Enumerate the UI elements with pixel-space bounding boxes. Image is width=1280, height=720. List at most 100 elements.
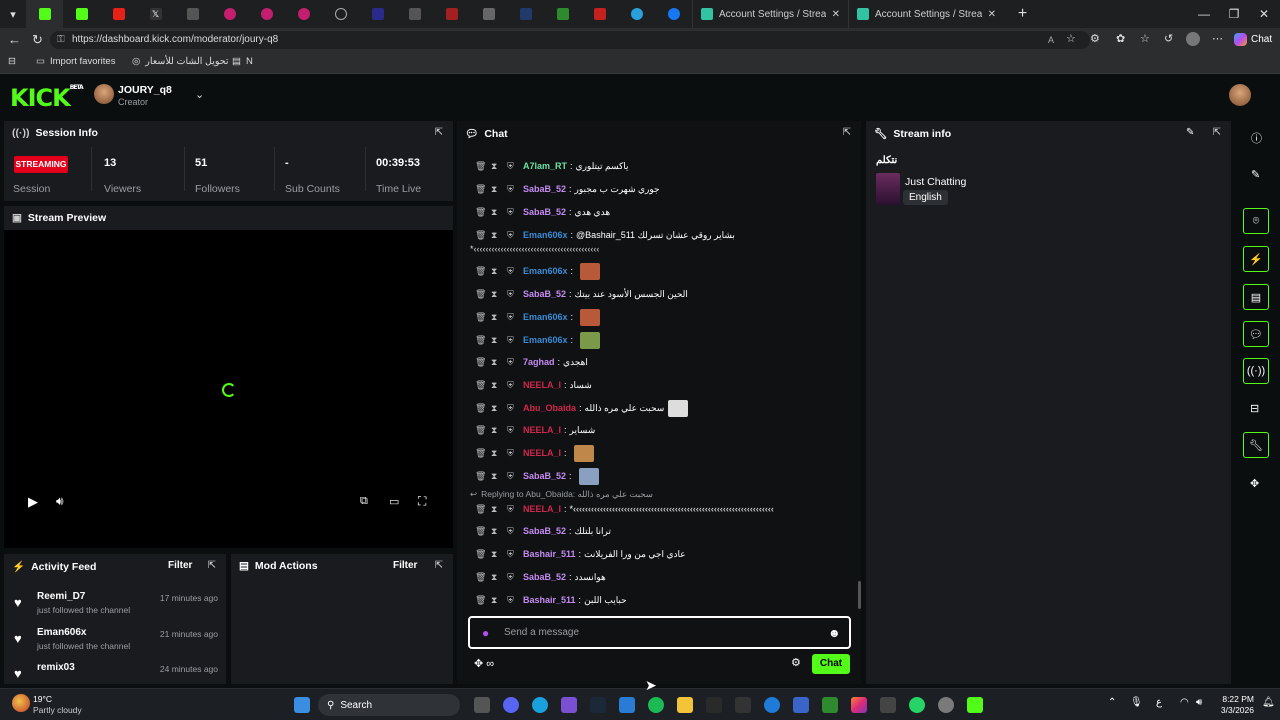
ban-icon[interactable]: ⛨ xyxy=(507,161,523,172)
category-thumbnail[interactable] xyxy=(876,173,900,205)
chevron-down-icon[interactable]: ⌄ xyxy=(195,88,204,101)
favorite-item[interactable]: ◎ تحويل الشات للأسعار xyxy=(132,56,229,67)
chat-scrollbar[interactable] xyxy=(858,581,861,609)
send-chat-button[interactable]: Chat xyxy=(812,654,850,674)
delete-message-icon[interactable]: 🗑︎ xyxy=(475,448,491,459)
minimize-button[interactable]: — xyxy=(1188,0,1220,28)
ban-icon[interactable]: ⛨ xyxy=(507,448,523,459)
mic-icon[interactable]: ● xyxy=(482,626,489,640)
chat-username[interactable]: SabaB_52 xyxy=(523,526,566,536)
timeout-icon[interactable]: ⧗ xyxy=(491,357,507,368)
delete-message-icon[interactable]: 🗑︎ xyxy=(475,425,491,436)
back-icon[interactable]: ← xyxy=(8,32,21,47)
ban-icon[interactable]: ⛨ xyxy=(507,335,523,346)
chat-input-box[interactable]: ● Send a message ☻ xyxy=(468,616,851,649)
weather-desc[interactable]: Partly cloudy xyxy=(33,705,82,715)
tab-streamlabs-2[interactable]: Account Settings / Streamlabs ✕ xyxy=(848,0,1004,28)
tab-globe[interactable] xyxy=(322,0,359,28)
vscode-icon[interactable] xyxy=(619,697,635,713)
instagram-icon[interactable] xyxy=(851,697,867,713)
chat-username[interactable]: A7lam_RT xyxy=(523,161,567,171)
ban-icon[interactable]: ⛨ xyxy=(507,289,523,300)
activity-username[interactable]: Eman606x xyxy=(37,627,86,638)
chat-settings-icon[interactable]: ⚙ xyxy=(791,656,801,669)
quick-action-tools[interactable]: 🔧︎ xyxy=(1243,432,1269,458)
notifications-icon[interactable]: 🔔︎ xyxy=(1262,697,1275,708)
delete-message-icon[interactable]: 🗑︎ xyxy=(475,526,491,537)
chat-username[interactable]: Bashair_511 xyxy=(523,549,576,559)
play-icon[interactable]: ▶ xyxy=(28,494,38,510)
whatsapp-icon[interactable] xyxy=(909,697,925,713)
delete-message-icon[interactable]: 🗑︎ xyxy=(475,184,491,195)
new-tab-button[interactable]: + xyxy=(1004,0,1041,28)
video-player[interactable]: ▶ 🔊︎ ⧉ ▭ ⛶ xyxy=(4,230,453,548)
edge-icon[interactable] xyxy=(532,697,548,713)
tab-menu-button[interactable]: ▾ xyxy=(0,0,26,28)
delete-message-icon[interactable]: 🗑︎ xyxy=(475,207,491,218)
ban-icon[interactable]: ⛨ xyxy=(507,504,523,515)
weather-temp[interactable]: 19°C xyxy=(33,694,52,704)
ban-icon[interactable]: ⛨ xyxy=(507,526,523,537)
ban-icon[interactable]: ⛨ xyxy=(507,403,523,414)
tab-telegram[interactable] xyxy=(618,0,655,28)
activity-username[interactable]: remix03 xyxy=(37,662,75,673)
app-icon[interactable] xyxy=(706,697,722,713)
timeout-icon[interactable]: ⧗ xyxy=(491,403,507,414)
tab-site[interactable] xyxy=(433,0,470,28)
restore-button[interactable]: ❐ xyxy=(1218,0,1250,28)
timeout-icon[interactable]: ⧗ xyxy=(491,448,507,459)
timeout-icon[interactable]: ⧗ xyxy=(491,425,507,436)
speaker-icon[interactable]: 🔊︎ xyxy=(1196,697,1202,708)
url-field[interactable]: ⚿ https://dashboard.kick.com/moderator/j… xyxy=(50,31,1090,49)
favorites-icon[interactable]: ☆ xyxy=(1140,32,1150,45)
app-icon[interactable] xyxy=(735,697,751,713)
ban-icon[interactable]: ⛨ xyxy=(507,380,523,391)
extensions-icon[interactable]: ⚙ xyxy=(1090,32,1100,45)
tab-site[interactable] xyxy=(470,0,507,28)
delete-message-icon[interactable]: 🗑︎ xyxy=(475,335,491,346)
layout-icon[interactable]: ⊟ xyxy=(1250,402,1259,415)
tab-site[interactable] xyxy=(211,0,248,28)
popout-icon[interactable]: ⇱ xyxy=(435,127,443,138)
copilot-chat-button[interactable]: Chat xyxy=(1234,33,1272,46)
language-indicator[interactable]: ع xyxy=(1156,697,1162,708)
chat-username[interactable]: SabaB_52 xyxy=(523,207,566,217)
close-icon[interactable]: ✕ xyxy=(832,9,840,20)
windows-start-icon[interactable] xyxy=(294,697,310,713)
ban-icon[interactable]: ⛨ xyxy=(507,425,523,436)
chat-username[interactable]: Abu_Obaida xyxy=(523,403,576,413)
chat-username[interactable]: NEELA_I xyxy=(523,448,561,458)
chat-username[interactable]: 7aghad xyxy=(523,357,555,367)
kick-logo[interactable]: KICKBETA xyxy=(10,84,84,112)
chat-username[interactable]: SabaB_52 xyxy=(523,289,566,299)
kick-app-icon[interactable] xyxy=(967,697,983,713)
ban-icon[interactable]: ⛨ xyxy=(507,266,523,277)
popout-icon[interactable]: ⇱ xyxy=(843,127,851,138)
ban-icon[interactable]: ⛨ xyxy=(507,595,523,606)
volume-icon[interactable]: 🔊︎ xyxy=(56,494,64,509)
discord-icon[interactable] xyxy=(503,697,519,713)
star-icon[interactable]: ☆ xyxy=(1066,32,1076,45)
miniplayer-icon[interactable]: ⧉ xyxy=(360,495,368,508)
ban-icon[interactable]: ⛨ xyxy=(507,357,523,368)
close-window-button[interactable]: ✕ xyxy=(1248,0,1280,28)
tab-site[interactable] xyxy=(396,0,433,28)
file-explorer-icon[interactable] xyxy=(677,697,693,713)
timeout-icon[interactable]: ⧗ xyxy=(491,471,507,482)
timeout-icon[interactable]: ⧗ xyxy=(491,380,507,391)
history-icon[interactable]: ↺ xyxy=(1164,32,1173,45)
delete-message-icon[interactable]: 🗑︎ xyxy=(475,312,491,323)
quick-action-chat[interactable]: 💬︎ xyxy=(1243,321,1269,347)
refresh-icon[interactable]: ↻ xyxy=(32,32,43,48)
timeout-icon[interactable]: ⧗ xyxy=(491,526,507,537)
tab-actions-icon[interactable]: ⊟ xyxy=(8,56,16,67)
delete-message-icon[interactable]: 🗑︎ xyxy=(475,380,491,391)
tab-streamlabs-1[interactable]: Account Settings / Streamlabs ✕ xyxy=(692,0,848,28)
popout-icon[interactable]: ⇱ xyxy=(435,560,443,571)
ban-icon[interactable]: ⛨ xyxy=(507,312,523,323)
channel-avatar[interactable] xyxy=(94,84,114,104)
tab-site[interactable] xyxy=(174,0,211,28)
tab-youtube[interactable] xyxy=(100,0,137,28)
chat-username[interactable]: NEELA_I xyxy=(523,504,561,514)
timeout-icon[interactable]: ⧗ xyxy=(491,230,507,241)
